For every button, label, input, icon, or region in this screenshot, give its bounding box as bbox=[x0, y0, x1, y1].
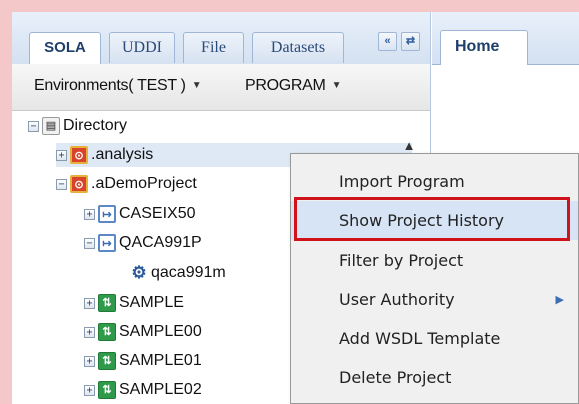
tab-home[interactable]: Home bbox=[440, 30, 528, 65]
scroll-up-icon[interactable]: ▲ bbox=[401, 138, 417, 153]
package-icon: ⇅ bbox=[98, 381, 116, 399]
app-frame: SOLA UDDI File Datasets « ⇄ Environments… bbox=[12, 12, 579, 404]
package-icon: ⇅ bbox=[98, 294, 116, 312]
chevron-down-icon: ▼ bbox=[191, 80, 202, 91]
environments-dropdown[interactable]: Environments( TEST ) ▼ bbox=[34, 77, 202, 95]
tree-node-ademoproject[interactable]: − ⊙ .aDemoProject bbox=[56, 172, 197, 196]
collapse-icon[interactable]: − bbox=[84, 237, 95, 249]
user-authority-label: User Authority bbox=[339, 290, 455, 309]
environment-toolbar: Environments( TEST ) ▼ PROGRAM ▼ bbox=[12, 64, 430, 111]
menu-item-import-program[interactable]: Import Program bbox=[291, 162, 578, 201]
collapse-icon[interactable]: − bbox=[28, 120, 39, 132]
tab-sola[interactable]: SOLA bbox=[29, 32, 101, 65]
tree-node-sample01[interactable]: + ⇅ SAMPLE01 bbox=[84, 349, 202, 373]
menu-item-delete-project[interactable]: Delete Project bbox=[291, 358, 578, 397]
tree-node-sample00[interactable]: + ⇅ SAMPLE00 bbox=[84, 320, 202, 344]
document-icon: ▤ bbox=[42, 117, 60, 135]
expand-icon[interactable]: + bbox=[84, 384, 95, 396]
gear-icon: ⚙ bbox=[131, 263, 147, 282]
context-menu: Import Program Show Project History Filt… bbox=[290, 153, 579, 404]
package-icon: ⇅ bbox=[98, 352, 116, 370]
tree-node-qaca991m[interactable]: ⚙ qaca991m bbox=[130, 261, 225, 285]
menu-item-show-project-history[interactable]: Show Project History bbox=[291, 201, 578, 240]
tree-node-directory[interactable]: − ▤ Directory bbox=[28, 114, 127, 138]
home-tab-label: Home bbox=[455, 38, 500, 55]
tab-uddi[interactable]: UDDI bbox=[109, 32, 175, 63]
editor-tab-strip: Home bbox=[432, 12, 579, 65]
tree-node-sample02[interactable]: + ⇅ SAMPLE02 bbox=[84, 378, 202, 402]
tree-node-sample[interactable]: + ⇅ SAMPLE bbox=[84, 291, 184, 315]
expand-icon[interactable]: + bbox=[84, 355, 95, 367]
package-icon: ⇅ bbox=[98, 323, 116, 341]
expand-icon[interactable]: + bbox=[84, 297, 95, 309]
tab-datasets[interactable]: Datasets bbox=[252, 32, 344, 63]
expand-icon[interactable]: + bbox=[84, 208, 95, 220]
tree-node-qaca991p[interactable]: − ↦ QACA991P bbox=[84, 231, 202, 255]
menu-item-filter-by-project[interactable]: Filter by Project bbox=[291, 241, 578, 280]
expand-icon[interactable]: + bbox=[56, 149, 67, 161]
chevron-down-icon: ▼ bbox=[331, 80, 342, 91]
expand-icon[interactable]: + bbox=[84, 326, 95, 338]
folder-icon: ⊙ bbox=[70, 175, 88, 193]
panel-tab-strip: SOLA UDDI File Datasets « ⇄ bbox=[12, 12, 430, 65]
environments-label: Environments( TEST ) bbox=[34, 77, 186, 94]
swap-panel-button[interactable]: ⇄ bbox=[401, 32, 420, 51]
submenu-arrow-icon: ▶ bbox=[555, 293, 564, 306]
collapse-icon[interactable]: − bbox=[56, 178, 67, 190]
collapse-panel-button[interactable]: « bbox=[378, 32, 397, 51]
program-icon: ↦ bbox=[98, 205, 116, 223]
program-dropdown[interactable]: PROGRAM ▼ bbox=[245, 77, 341, 95]
program-icon: ↦ bbox=[98, 234, 116, 252]
program-label: PROGRAM bbox=[245, 77, 326, 94]
menu-item-user-authority[interactable]: User Authority ▶ bbox=[291, 280, 578, 319]
menu-item-add-wsdl-template[interactable]: Add WSDL Template bbox=[291, 319, 578, 358]
folder-icon: ⊙ bbox=[70, 146, 88, 164]
tree-node-caseix50[interactable]: + ↦ CASEIX50 bbox=[84, 202, 195, 226]
tab-file[interactable]: File bbox=[183, 32, 244, 63]
